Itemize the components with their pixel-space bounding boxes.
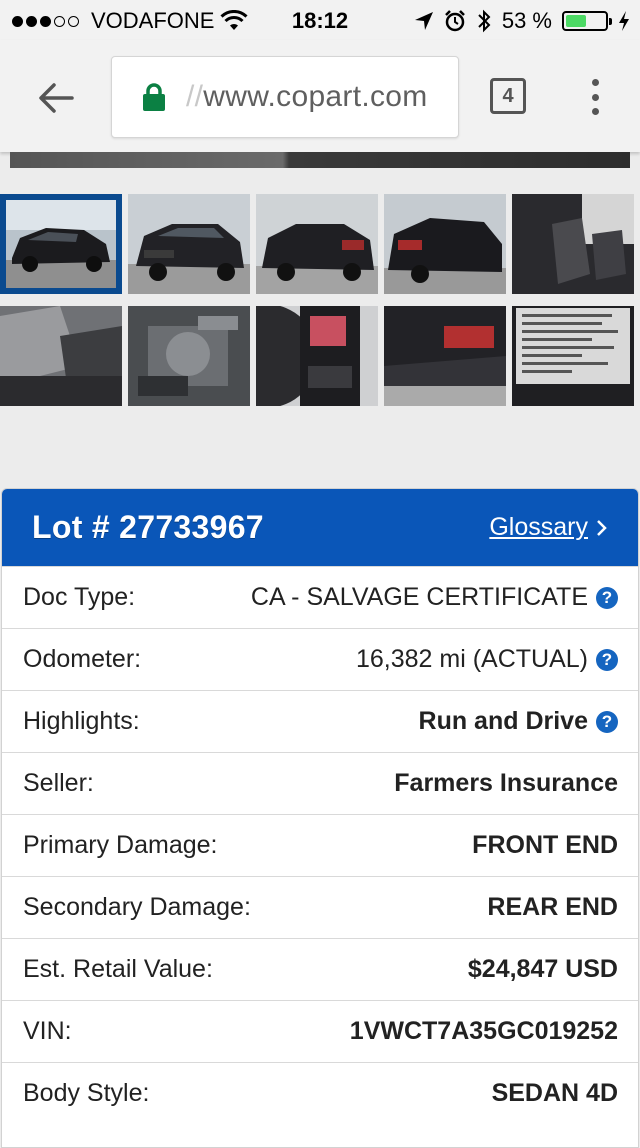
detail-row: Highlights: Run and Drive? — [2, 690, 638, 752]
glossary-label: Glossary — [489, 513, 588, 541]
url-prefix: // — [186, 80, 204, 113]
detail-value-text: 16,382 mi (ACTUAL) — [355, 645, 588, 673]
thumbnail-3[interactable] — [256, 194, 378, 294]
back-button[interactable] — [30, 74, 82, 122]
detail-row: Secondary Damage: REAR END — [2, 876, 638, 938]
thumbnail-10[interactable] — [512, 306, 634, 406]
detail-row: Body Style: SEDAN 4D — [2, 1062, 638, 1124]
detail-row: Primary Damage: FRONT END — [2, 814, 638, 876]
thumbnail-6[interactable] — [0, 306, 122, 406]
status-bar: VODAFONE 18:12 53 % — [0, 0, 640, 40]
tab-count: 4 — [502, 84, 514, 107]
lot-details-card: Lot # 27733967 Glossary Doc Type: CA - SA… — [1, 488, 639, 1148]
detail-label: Odometer: — [23, 645, 142, 673]
battery-icon — [562, 11, 612, 31]
detail-value: $24,847 USD — [468, 955, 618, 984]
back-arrow-icon — [39, 83, 74, 113]
thumbnail-9[interactable] — [384, 306, 506, 406]
status-right: 53 % — [414, 8, 630, 34]
thumbnail-2[interactable] — [128, 194, 250, 294]
detail-value-text: CA - SALVAGE CERTIFICATE — [250, 583, 588, 611]
detail-value: Run and Drive? — [419, 707, 618, 736]
detail-value: SEDAN 4D — [492, 1079, 618, 1108]
lot-number: Lot # 27733967 — [32, 509, 264, 545]
detail-label: Doc Type: — [23, 583, 136, 611]
lock-icon — [143, 83, 165, 111]
chevron-right-icon — [597, 519, 607, 536]
thumbnail-8[interactable] — [256, 306, 378, 406]
overflow-menu-icon[interactable] — [582, 75, 608, 119]
lot-header: Lot # 27733967 Glossary — [2, 489, 638, 566]
help-icon[interactable]: ? — [596, 710, 618, 733]
address-bar[interactable]: //www.copart.com — [111, 56, 459, 138]
alarm-icon — [444, 10, 465, 32]
detail-value-text: SEDAN 4D — [491, 1079, 618, 1107]
detail-value: CA - SALVAGE CERTIFICATE? — [251, 583, 618, 612]
charging-icon — [619, 11, 629, 31]
battery-percent: 53 % — [501, 8, 552, 33]
url-domain: www.copart.com — [203, 80, 428, 113]
bluetooth-icon — [478, 9, 491, 33]
detail-value-text: REAR END — [487, 893, 618, 921]
detail-value: REAR END — [487, 893, 618, 922]
detail-row: Doc Type: CA - SALVAGE CERTIFICATE? — [2, 566, 638, 628]
detail-label: Seller: — [23, 769, 94, 797]
detail-row: VIN: 1VWCT7A35GC019252 — [2, 1000, 638, 1062]
detail-row: Odometer: 16,382 mi (ACTUAL)? — [2, 628, 638, 690]
detail-label: Est. Retail Value: — [23, 955, 213, 983]
help-icon[interactable]: ? — [596, 586, 618, 609]
help-icon[interactable]: ? — [596, 648, 618, 671]
url-text[interactable]: //www.copart.com — [186, 80, 428, 114]
browser-toolbar: //www.copart.com 4 — [0, 40, 640, 152]
lot-detail-rows: Doc Type: CA - SALVAGE CERTIFICATE? Odomet… — [2, 566, 638, 1124]
detail-row: Seller: Farmers Insurance — [2, 752, 638, 814]
detail-value: FRONT END — [472, 831, 618, 860]
tabs-button[interactable]: 4 — [490, 78, 526, 114]
detail-label: VIN: — [23, 1017, 72, 1045]
detail-value-text: FRONT END — [472, 831, 618, 859]
detail-value: Farmers Insurance — [394, 769, 618, 798]
thumbnail-gallery — [0, 194, 640, 406]
thumbnail-5[interactable] — [512, 194, 634, 294]
detail-value: 1VWCT7A35GC019252 — [350, 1017, 618, 1046]
detail-label: Highlights: — [23, 707, 140, 735]
detail-value-text: 1VWCT7A35GC019252 — [349, 1017, 618, 1045]
main-photo[interactable] — [10, 152, 630, 168]
detail-value-text: Run and Drive — [418, 707, 588, 735]
detail-label: Primary Damage: — [23, 831, 218, 859]
thumbnail-4[interactable] — [384, 194, 506, 294]
location-arrow-icon — [414, 12, 433, 30]
thumbnail-7[interactable] — [128, 306, 250, 406]
detail-label: Body Style: — [23, 1079, 150, 1107]
detail-value-text: Farmers Insurance — [394, 769, 618, 797]
glossary-link[interactable]: Glossary — [489, 513, 608, 542]
detail-row: Est. Retail Value: $24,847 USD — [2, 938, 638, 1000]
detail-value-text: $24,847 USD — [467, 955, 618, 983]
thumbnail-1[interactable] — [0, 194, 122, 294]
detail-value: 16,382 mi (ACTUAL)? — [356, 645, 618, 674]
detail-label: Secondary Damage: — [23, 893, 251, 921]
